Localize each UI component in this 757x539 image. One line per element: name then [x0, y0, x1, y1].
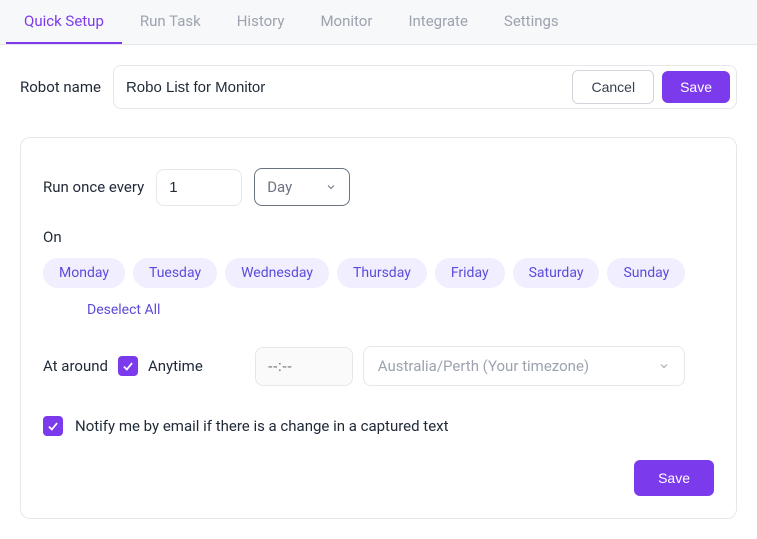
chevron-down-icon [658, 360, 670, 372]
day-pill-sunday[interactable]: Sunday [607, 258, 685, 288]
deselect-all-link[interactable]: Deselect All [87, 302, 160, 318]
robot-name-label: Robot name [20, 78, 101, 96]
chevron-down-icon [325, 181, 337, 193]
frequency-unit-value: Day [267, 178, 292, 196]
anytime-checkbox[interactable] [118, 356, 138, 376]
tab-history[interactable]: History [219, 0, 303, 44]
notify-checkbox[interactable] [43, 416, 63, 436]
timezone-select[interactable]: Australia/Perth (Your timezone) [363, 346, 685, 386]
robot-name-input[interactable] [126, 71, 565, 104]
check-icon [46, 419, 60, 433]
tab-run-task[interactable]: Run Task [122, 0, 219, 44]
cancel-button[interactable]: Cancel [572, 70, 654, 104]
day-pill-thursday[interactable]: Thursday [337, 258, 427, 288]
day-pill-friday[interactable]: Friday [435, 258, 505, 288]
day-pill-tuesday[interactable]: Tuesday [133, 258, 217, 288]
save-name-button[interactable]: Save [662, 71, 730, 103]
run-every-label: Run once every [43, 178, 144, 196]
schedule-panel: Run once every Day On Monday Tuesday Wed… [20, 137, 737, 519]
frequency-unit-select[interactable]: Day [254, 168, 350, 206]
at-around-label: At around [43, 357, 108, 375]
day-pill-wednesday[interactable]: Wednesday [225, 258, 329, 288]
check-icon [121, 359, 135, 373]
frequency-input[interactable] [156, 169, 242, 206]
time-input[interactable] [255, 347, 353, 386]
timezone-value: Australia/Perth (Your timezone) [378, 357, 589, 375]
day-pill-saturday[interactable]: Saturday [513, 258, 600, 288]
tab-quick-setup[interactable]: Quick Setup [6, 0, 122, 44]
tab-bar: Quick Setup Run Task History Monitor Int… [0, 0, 757, 45]
robot-name-wrap: Cancel Save [113, 65, 737, 109]
tab-integrate[interactable]: Integrate [390, 0, 485, 44]
on-label: On [43, 228, 62, 246]
day-pill-monday[interactable]: Monday [43, 258, 125, 288]
tab-settings[interactable]: Settings [486, 0, 577, 44]
save-schedule-button[interactable]: Save [634, 460, 714, 496]
notify-label: Notify me by email if there is a change … [75, 417, 449, 435]
tab-monitor[interactable]: Monitor [302, 0, 390, 44]
anytime-label: Anytime [148, 357, 203, 375]
